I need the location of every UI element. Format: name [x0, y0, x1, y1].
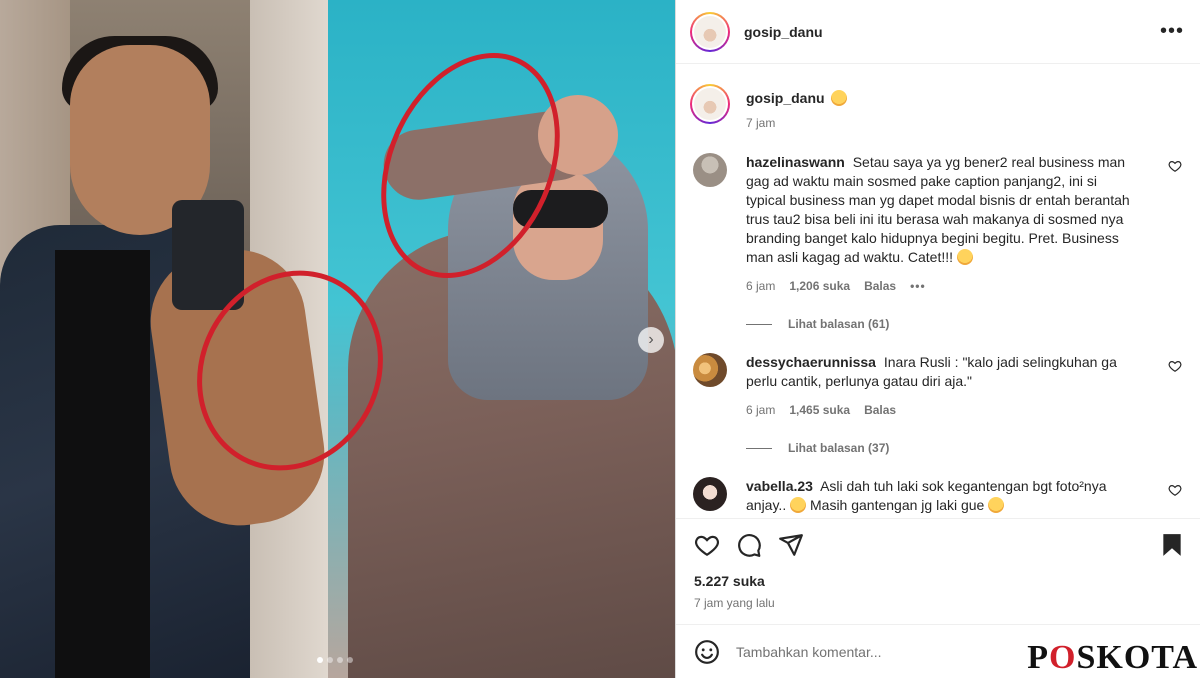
view-replies-button[interactable]: Lihat balasan (37): [746, 441, 1185, 455]
carousel-dot: [347, 657, 353, 663]
laughing-face-emoji: [790, 497, 807, 513]
post-side-panel: gosip_danu ••• gosip_danu 7 jam hazelina…: [675, 0, 1200, 678]
grinning-squinting-face-emoji: [830, 90, 847, 106]
avatar[interactable]: [690, 84, 730, 124]
comment-time[interactable]: 6 jam: [746, 401, 775, 420]
view-replies-label: Lihat balasan (37): [788, 441, 890, 455]
heart-icon[interactable]: [1168, 483, 1182, 497]
caption-time: 7 jam: [746, 116, 776, 130]
rolling-laughing-face-emoji: [988, 497, 1005, 513]
emoji-icon[interactable]: [694, 639, 720, 665]
like-count[interactable]: 5.227 suka: [694, 573, 1185, 589]
comment-text-continued: Masih gantengan jg laki gue: [810, 497, 985, 513]
avatar[interactable]: [693, 477, 727, 511]
carousel-dot: [327, 657, 333, 663]
view-replies-label: Lihat balasan (61): [788, 317, 890, 331]
heart-icon[interactable]: [694, 532, 720, 558]
post-media-carousel[interactable]: ›: [0, 0, 675, 678]
comment-item: dessychaerunnissa Inara Rusli : "kalo ja…: [690, 353, 1185, 420]
header-username[interactable]: gosip_danu: [744, 24, 1160, 40]
comment-input[interactable]: [736, 643, 976, 660]
comment-username[interactable]: hazelinaswann: [746, 154, 845, 170]
carousel-next-button[interactable]: ›: [638, 327, 664, 353]
comment-more-icon[interactable]: •••: [910, 277, 926, 296]
heart-icon[interactable]: [1168, 159, 1182, 173]
post-caption: gosip_danu 7 jam: [690, 84, 1185, 130]
more-horizontal-icon[interactable]: •••: [1160, 20, 1184, 43]
post-timestamp: 7 jam yang lalu: [694, 596, 775, 610]
comment-item: hazelinaswann Setau saya ya yg bener2 re…: [690, 153, 1185, 296]
post-actions: 5.227 suka 7 jam yang lalu: [676, 518, 1200, 610]
view-replies-button[interactable]: Lihat balasan (61): [746, 317, 1185, 331]
comment-like-count[interactable]: 1,206 suka: [789, 277, 850, 296]
comment-like-count[interactable]: 1,465 suka: [789, 401, 850, 420]
carousel-dot: [337, 657, 343, 663]
laughing-face-emoji: [956, 249, 973, 265]
comment-text: Setau saya ya yg bener2 real business ma…: [746, 154, 1130, 265]
avatar[interactable]: [690, 11, 730, 52]
comment-item: vabella.23 Asli dah tuh laki sok kegante…: [690, 477, 1185, 515]
avatar[interactable]: [693, 353, 727, 387]
bookmark-icon[interactable]: [1159, 532, 1185, 558]
reply-button[interactable]: Balas: [864, 277, 896, 296]
comment-username[interactable]: vabella.23: [746, 478, 813, 494]
comment-time[interactable]: 6 jam: [746, 277, 775, 296]
reply-button[interactable]: Balas: [864, 401, 896, 420]
post-header: gosip_danu •••: [676, 0, 1200, 64]
carousel-dots: [317, 657, 353, 663]
poskota-watermark-logo: POSKOTA: [1027, 639, 1198, 676]
comment-username[interactable]: dessychaerunnissa: [746, 354, 876, 370]
comment-icon[interactable]: [736, 532, 762, 558]
comments-scroll-area[interactable]: gosip_danu 7 jam hazelinaswann Setau say…: [676, 65, 1200, 517]
avatar[interactable]: [693, 153, 727, 187]
carousel-dot: [317, 657, 323, 663]
chevron-right-icon: ›: [648, 331, 654, 348]
caption-username[interactable]: gosip_danu: [746, 90, 825, 106]
heart-icon[interactable]: [1168, 359, 1182, 373]
share-icon[interactable]: [778, 532, 804, 558]
